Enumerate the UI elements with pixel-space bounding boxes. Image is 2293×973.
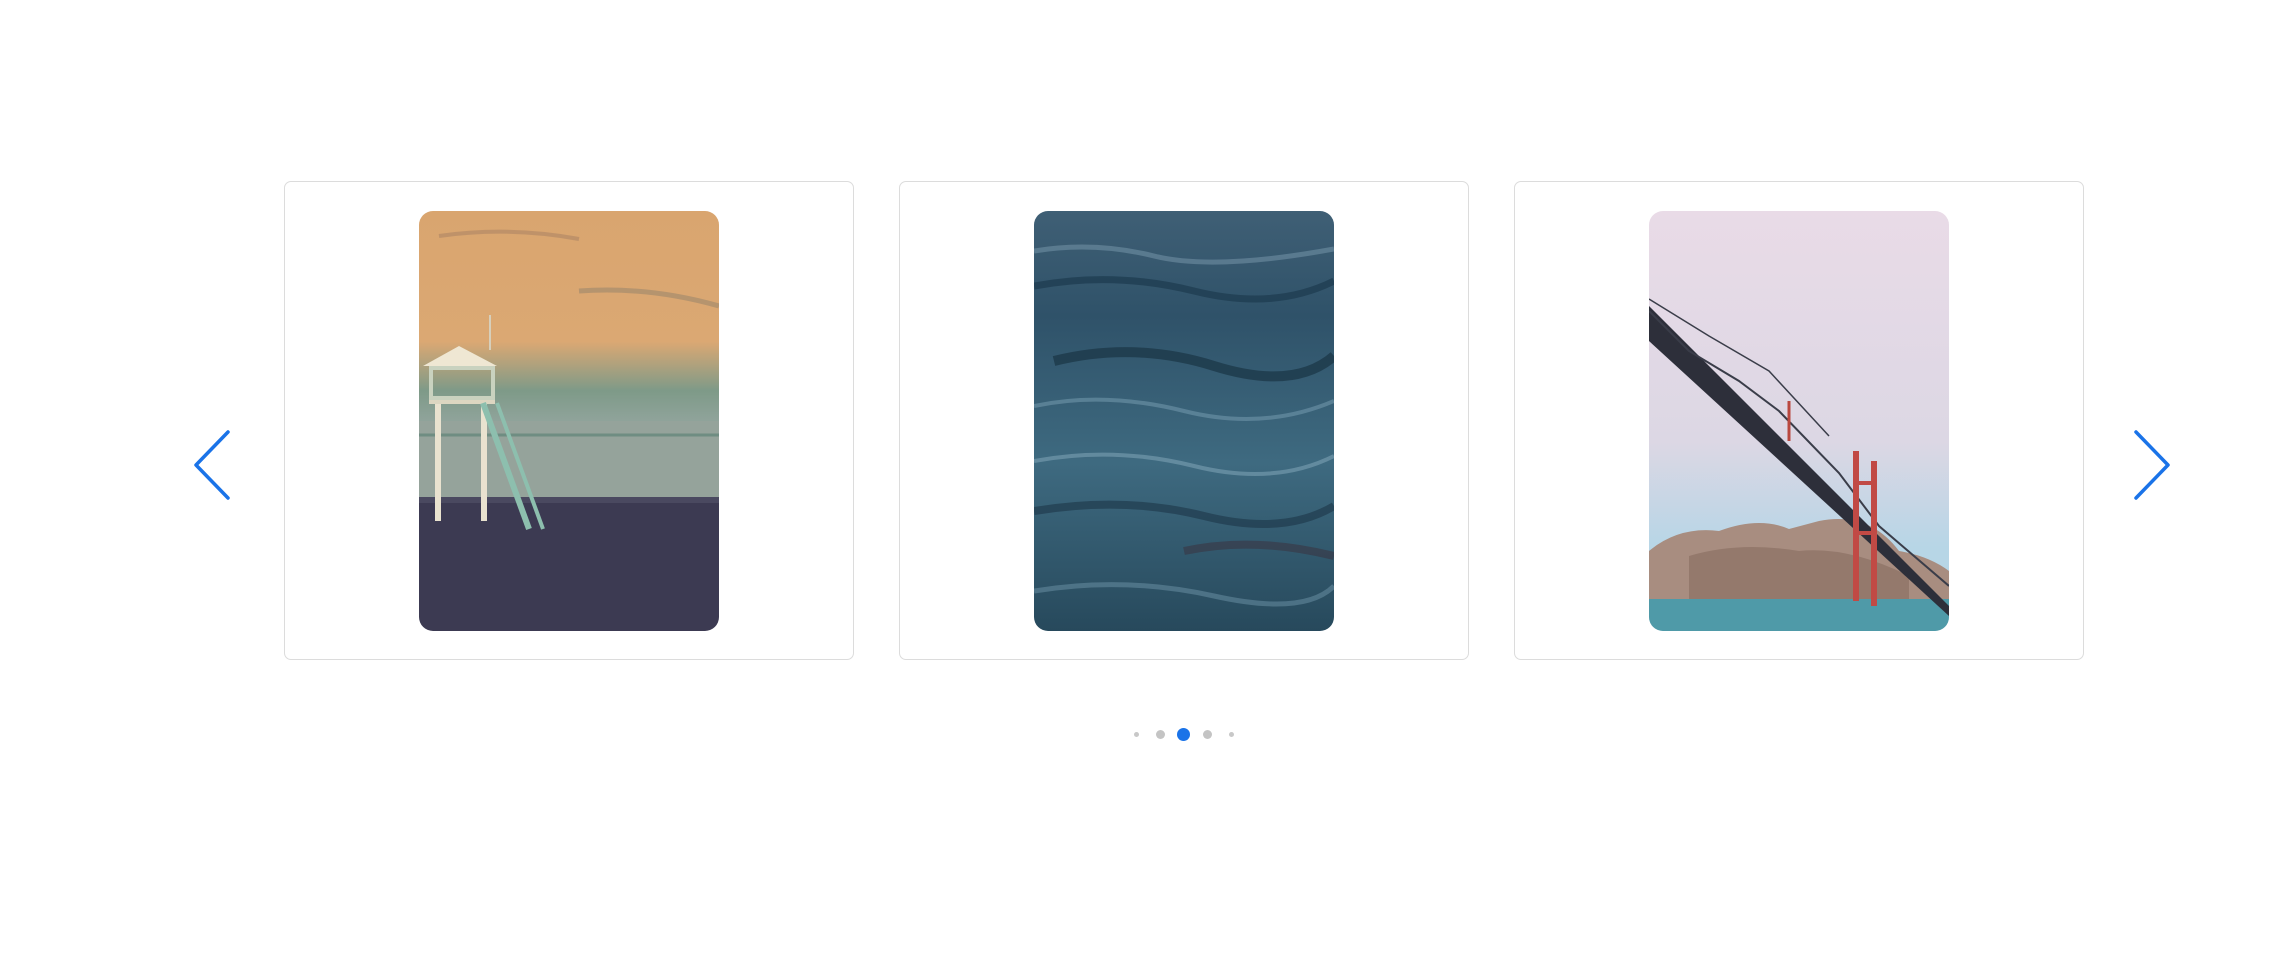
slide-image-lifeguard-tower — [419, 211, 719, 631]
chevron-left-icon — [194, 430, 230, 500]
slide-image-ocean-water — [1034, 211, 1334, 631]
pagination-dot[interactable] — [1203, 730, 1212, 739]
carousel-slide — [899, 181, 1469, 660]
carousel-pagination — [0, 725, 2293, 745]
pagination-dot[interactable] — [1134, 732, 1139, 737]
carousel — [0, 0, 2293, 973]
chevron-right-icon — [2134, 430, 2170, 500]
pagination-dot[interactable] — [1156, 730, 1165, 739]
carousel-slide — [284, 181, 854, 660]
next-button[interactable] — [2128, 428, 2172, 502]
pagination-dot-active[interactable] — [1177, 728, 1190, 741]
pagination-dot[interactable] — [1229, 732, 1234, 737]
prev-button[interactable] — [192, 428, 236, 502]
slide-image-golden-gate-bridge — [1649, 211, 1949, 631]
carousel-slide — [1514, 181, 2084, 660]
